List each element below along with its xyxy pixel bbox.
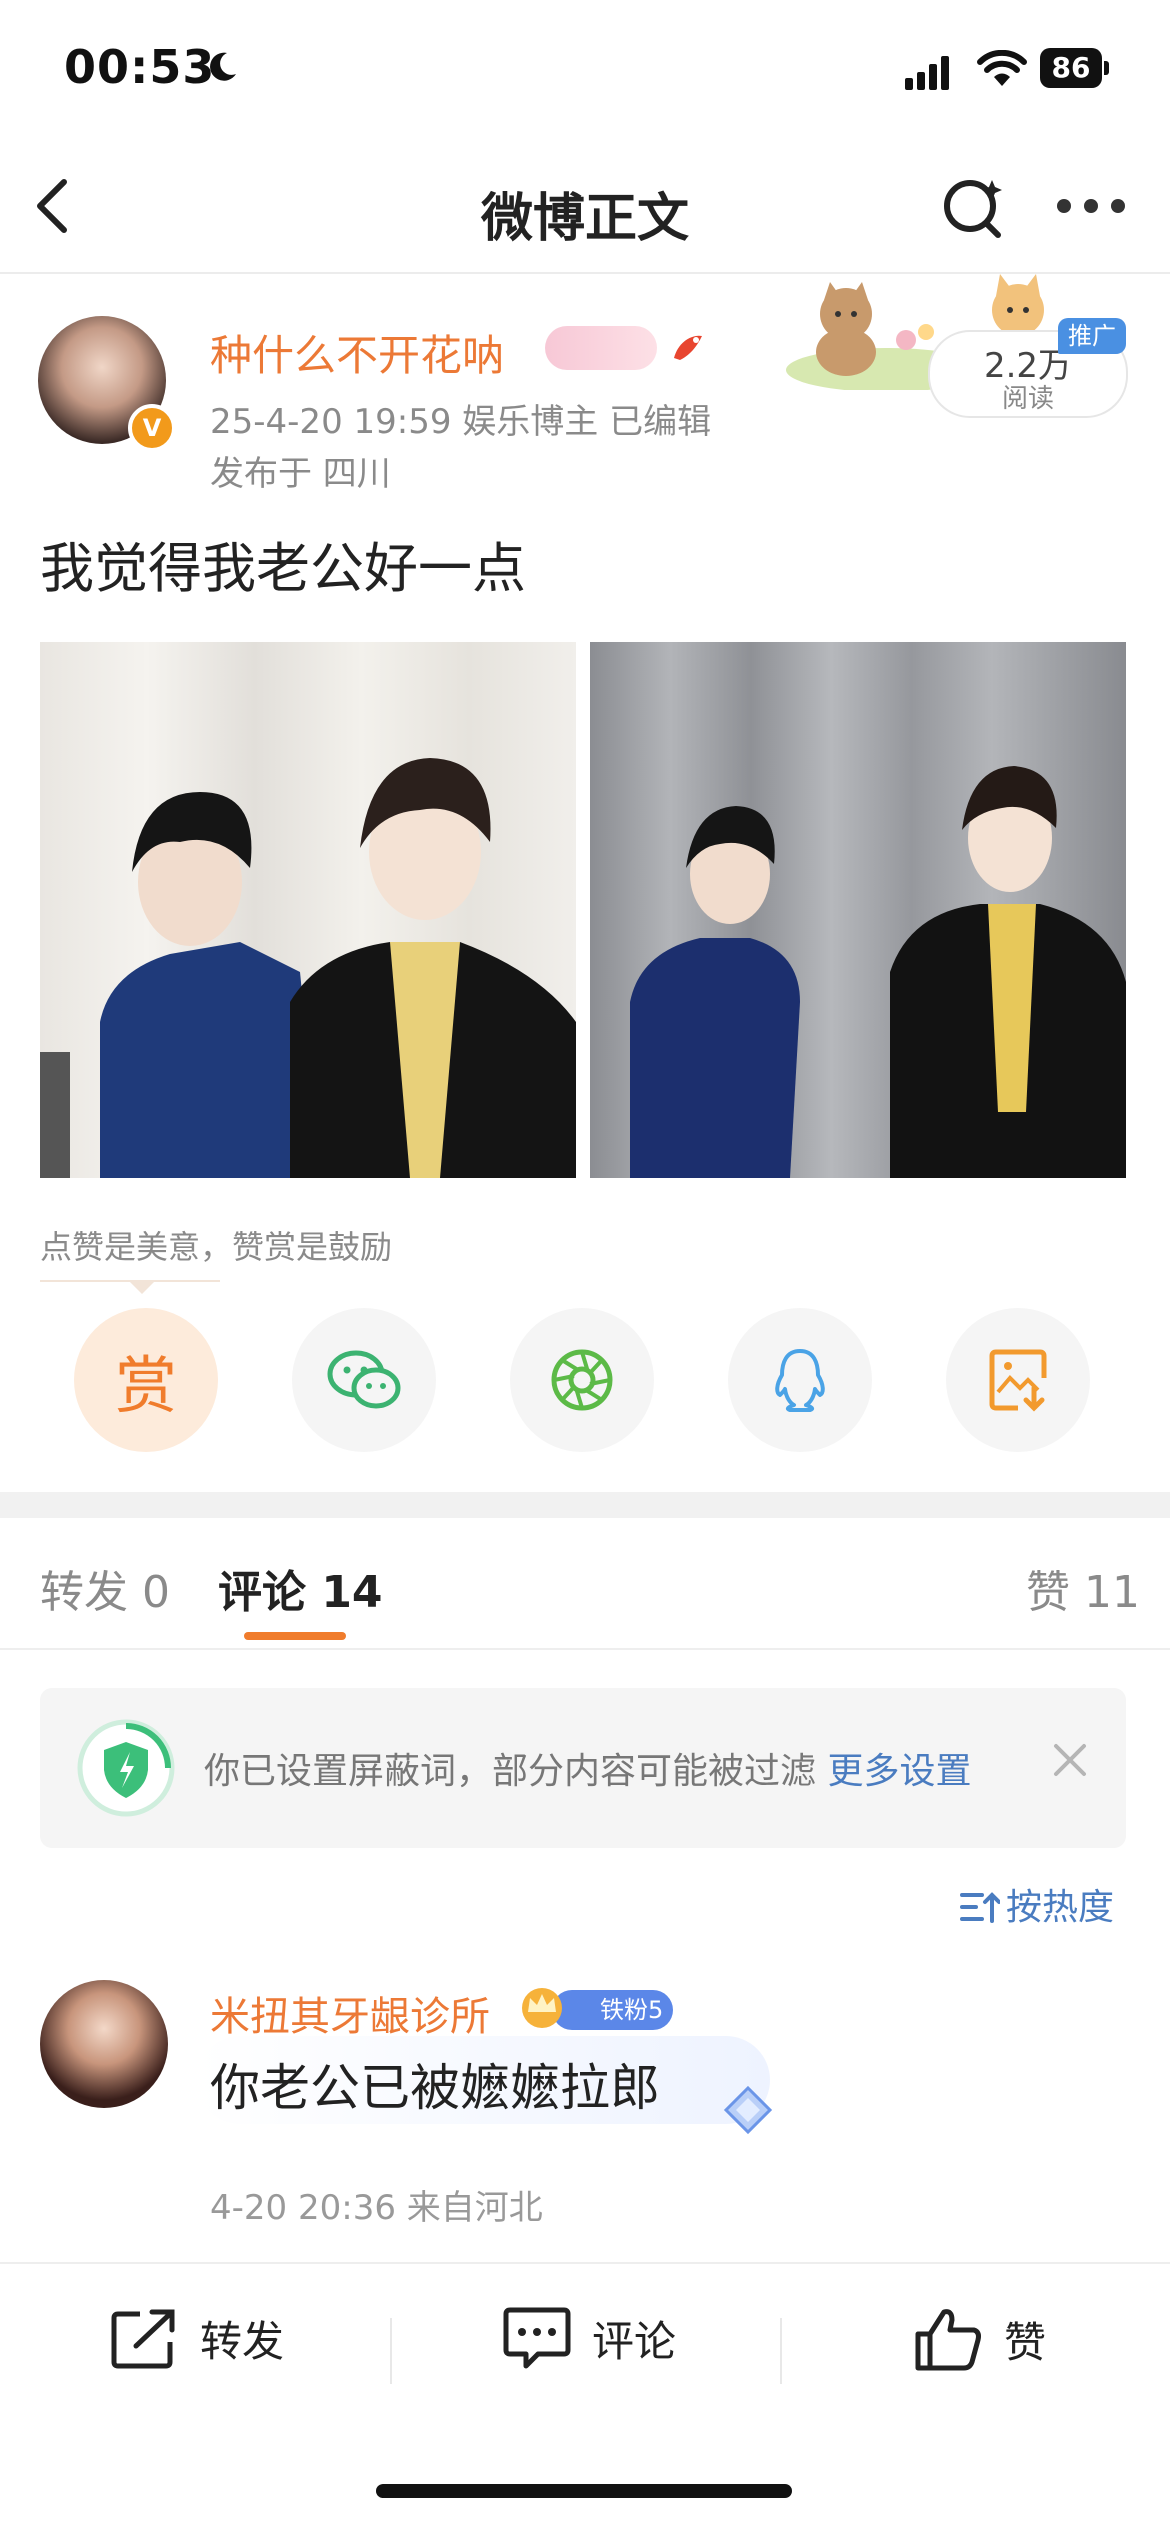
post-photo-2[interactable] [590,642,1126,1178]
search-sparkle-icon[interactable] [940,172,1008,240]
thumbs-up-icon [915,2309,981,2371]
active-tab-indicator [244,1632,346,1640]
filter-notice-message: 你已设置屏蔽词，部分内容可能被过滤 [204,1751,817,1792]
close-icon[interactable] [1050,1740,1090,1780]
do-not-disturb-moon-icon [210,52,236,81]
filter-notice: 你已设置屏蔽词，部分内容可能被过滤 更多设置 [40,1688,1126,1848]
like-button[interactable]: 赞 [914,2306,1046,2372]
status-time: 00:53 [64,40,216,94]
post-location: 发布于 四川 [210,454,391,494]
commenter-name[interactable]: 米扭其牙龈诊所 [210,1984,490,2042]
filter-notice-text: 你已设置屏蔽词，部分内容可能被过滤 更多设置 [204,1742,971,1794]
photo-1-figures [40,758,576,1178]
reward-label: 赏 [114,1349,177,1422]
photo-2-figures [630,766,1126,1178]
wifi-icon [977,50,1027,86]
sort-label: 按热度 [1006,1887,1115,1928]
bottom-separator-1 [390,2318,392,2384]
more-options-icon[interactable] [1056,196,1126,216]
save-image-button[interactable] [946,1308,1090,1452]
share-qq-button[interactable] [728,1308,872,1452]
comment-button[interactable]: 评论 [502,2306,676,2370]
commenter-avatar[interactable] [40,1980,168,2108]
cellular-signal-icon [905,56,949,90]
comment-icon [503,2307,571,2369]
author-name[interactable]: 种什么不开花呐 [210,322,504,383]
bottom-bar-divider [0,2262,1170,2264]
promo-tag[interactable]: 推广 [1058,318,1126,354]
reward-button[interactable]: 赏 [74,1308,218,1452]
like-label: 赞 [1004,2317,1047,2367]
home-indicator [376,2484,792,2498]
tab-reposts[interactable]: 转发 0 [40,1556,170,1620]
qq-icon [775,1349,825,1412]
battery-tip [1104,61,1109,75]
battery-level: 86 [1040,48,1102,88]
section-gap [0,1492,1170,1518]
red-koi-badge-icon [674,335,702,360]
reward-hint-caret [128,1280,156,1294]
member-badge-icon [545,326,657,370]
shield-icon [77,1719,175,1817]
wechat-icon [327,1350,401,1409]
post-meta: 25-4-20 19:59 娱乐博主 已编辑 [210,402,712,442]
repost-button[interactable]: 转发 [110,2306,284,2370]
repost-label: 转发 [200,2316,285,2366]
save-image-icon [989,1349,1047,1412]
tabs-divider [0,1648,1170,1650]
sort-icon [960,1892,1001,1923]
reward-hint: 点赞是美意，赞赏是鼓励 [40,1228,393,1266]
verified-badge: V [128,404,176,452]
comment-text: 你老公已被嬷嬷拉郎 [210,2059,660,2117]
comment-label: 评论 [592,2316,677,2366]
share-moments-button[interactable] [510,1308,654,1452]
comment-meta: 4-20 20:36 来自河北 [210,2188,543,2228]
post-photo-1[interactable] [40,642,576,1178]
more-settings-link[interactable]: 更多设置 [827,1751,971,1792]
crown-icon [522,1988,562,2028]
sort-by-hot-button[interactable]: 按热度 [960,1878,1114,1930]
fan-level-badge: 铁粉5 [552,1990,674,2030]
diamond-icon [723,2085,773,2135]
tab-likes[interactable]: 赞 11 [1026,1556,1140,1620]
post-text: 我觉得我老公好一点 [40,537,526,600]
share-wechat-button[interactable] [292,1308,436,1452]
repost-icon [111,2309,175,2369]
tab-comments[interactable]: 评论 14 [218,1556,383,1620]
read-label: 阅读 [1001,384,1054,414]
bottom-separator-2 [780,2318,782,2384]
moments-icon [551,1349,613,1411]
